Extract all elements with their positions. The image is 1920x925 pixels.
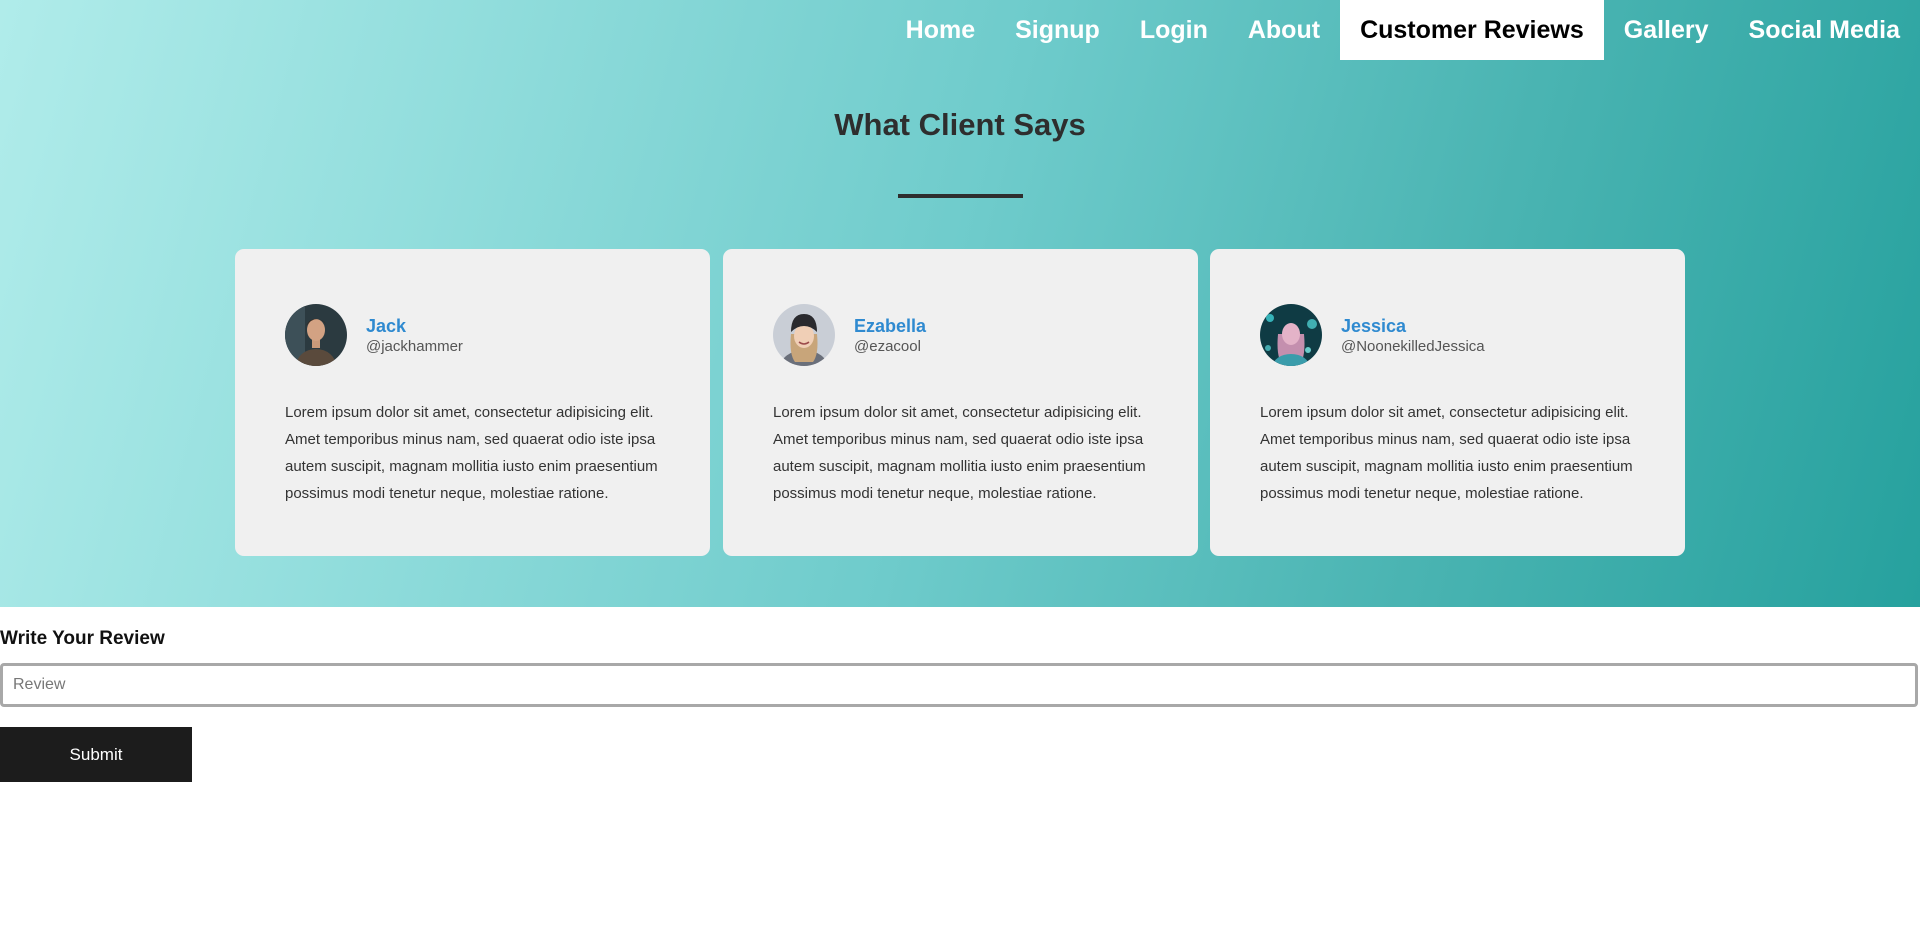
- nav-login[interactable]: Login: [1120, 0, 1228, 60]
- title-divider: [898, 194, 1023, 198]
- nav-about[interactable]: About: [1228, 0, 1340, 60]
- reviewer-handle: @NoonekilledJessica: [1341, 338, 1485, 355]
- avatar: [773, 304, 835, 366]
- top-navigation: Home Signup Login About Customer Reviews…: [886, 0, 1920, 60]
- avatar: [285, 304, 347, 366]
- reviewer-name: Jack: [366, 316, 407, 336]
- reviewer-handle: @jackhammer: [366, 338, 463, 355]
- testimonials-hero: Home Signup Login About Customer Reviews…: [0, 0, 1920, 607]
- user-photo-icon: [1260, 304, 1322, 366]
- review-input[interactable]: [0, 663, 1918, 707]
- review-text: Lorem ipsum dolor sit amet, consectetur …: [285, 404, 658, 502]
- testimonial-card-jack: Jack @jackhammer Lorem ipsum dolor sit a…: [235, 249, 710, 556]
- nav-home[interactable]: Home: [886, 0, 995, 60]
- nav-signup[interactable]: Signup: [995, 0, 1120, 60]
- reviewer-handle: @ezacool: [854, 338, 921, 355]
- user-photo-icon: [773, 304, 835, 366]
- user-photo-icon: [285, 304, 347, 366]
- testimonial-card-ezabella: Ezabella @ezacool Lorem ipsum dolor sit …: [723, 249, 1198, 556]
- testimonial-card-jessica: Jessica @NoonekilledJessica Lorem ipsum …: [1210, 249, 1685, 556]
- review-form-label: Write Your Review: [0, 628, 165, 649]
- review-text: Lorem ipsum dolor sit amet, consectetur …: [1260, 404, 1633, 502]
- reviewer-name: Ezabella: [854, 316, 927, 336]
- submit-button[interactable]: Submit: [0, 727, 192, 782]
- nav-customer-reviews[interactable]: Customer Reviews: [1340, 0, 1604, 60]
- nav-gallery[interactable]: Gallery: [1604, 0, 1729, 60]
- nav-social-media[interactable]: Social Media: [1729, 0, 1920, 60]
- section-title: What Client Says: [834, 107, 1086, 142]
- review-text: Lorem ipsum dolor sit amet, consectetur …: [773, 404, 1146, 502]
- avatar: [1260, 304, 1322, 366]
- reviewer-name: Jessica: [1341, 316, 1407, 336]
